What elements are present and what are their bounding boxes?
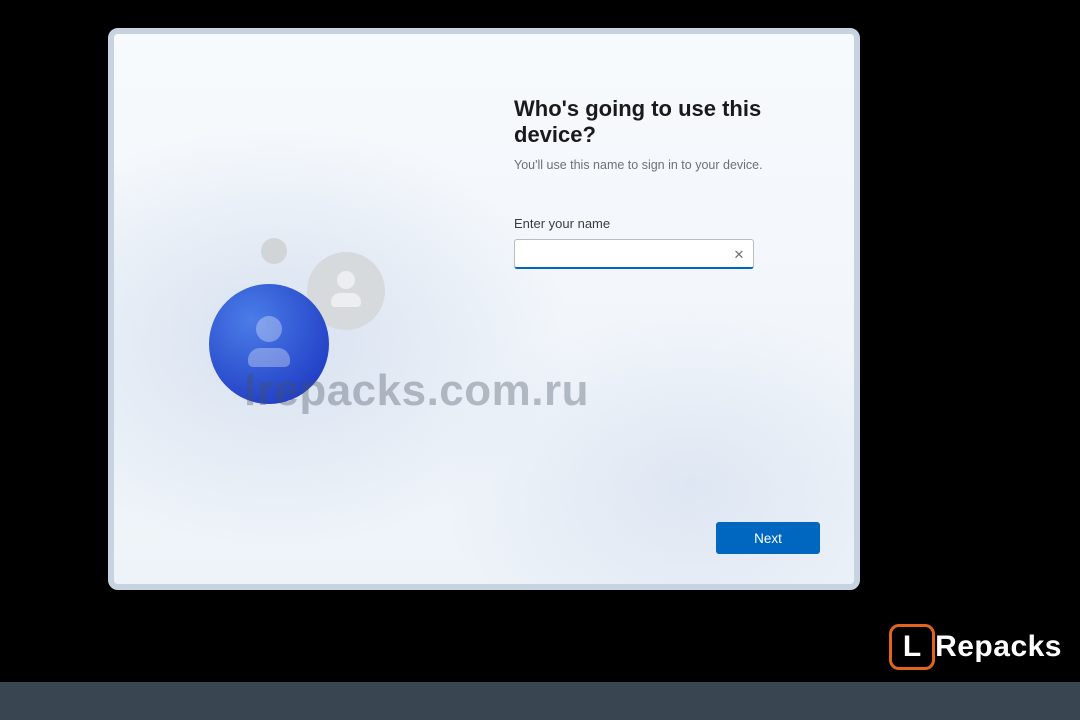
- page-title: Who's going to use this device?: [514, 96, 824, 148]
- name-field-label: Enter your name: [514, 216, 824, 231]
- page-subtitle: You'll use this name to sign in to your …: [514, 158, 824, 172]
- next-button[interactable]: Next: [716, 522, 820, 554]
- brand-wordmark: Repacks: [935, 630, 1062, 664]
- decorative-dot: [261, 238, 287, 264]
- brand-logo: L Repacks: [889, 624, 1062, 670]
- name-input-wrap: ✕: [514, 239, 754, 269]
- setup-form: Who's going to use this device? You'll u…: [514, 96, 824, 269]
- user-illustration: [209, 234, 489, 474]
- taskbar: [0, 682, 1080, 720]
- brand-icon: L: [889, 624, 935, 670]
- watermark-text: lrepacks.com.ru: [244, 366, 589, 416]
- close-icon: ✕: [734, 247, 745, 262]
- name-input[interactable]: [514, 239, 754, 269]
- clear-input-button[interactable]: ✕: [728, 243, 750, 265]
- oobe-setup-window: lrepacks.com.ru Who's going to use this …: [108, 28, 860, 590]
